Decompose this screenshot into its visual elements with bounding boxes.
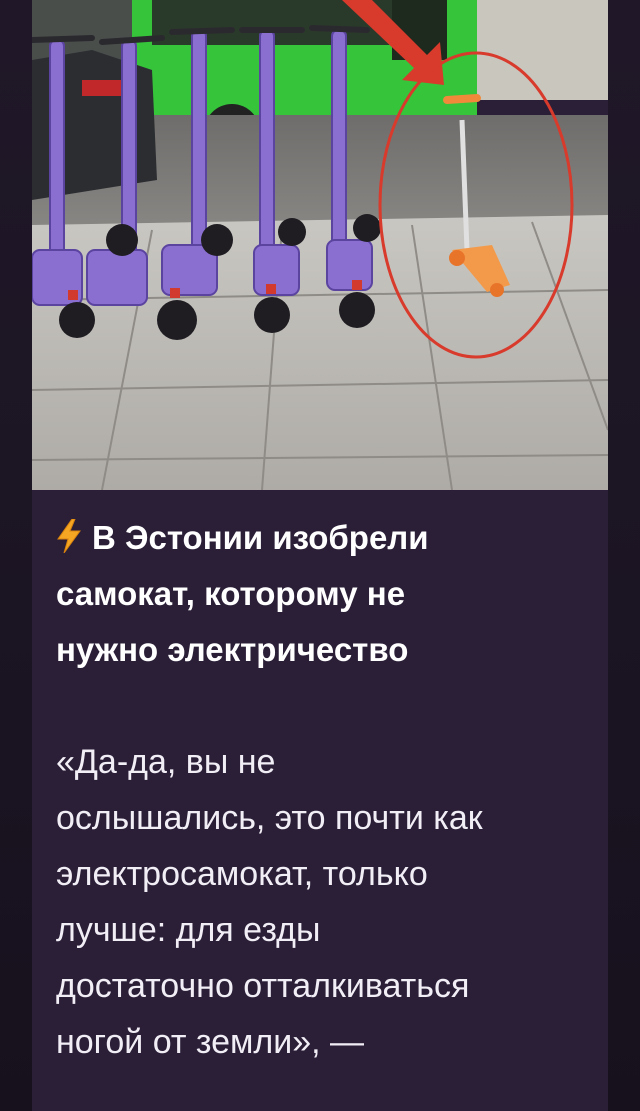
right-border [608,0,640,1111]
post-body: «Да-да, вы не ослышались, это почти как … [56,734,596,1070]
post-text: В Эстонии изобрели самокат, которому не … [56,510,596,1070]
body-line-1: «Да-да, вы не [56,743,276,781]
headline-line-3: нужно электричество [56,631,409,668]
post-photo[interactable] [32,0,608,490]
left-border [0,0,32,1111]
headline-line-2: самокат, которому не [56,575,406,612]
body-line-6: ногой от земли», — [56,1023,364,1061]
body-line-5: достаточно отталкиваться [56,967,470,1005]
body-line-2: ослышались, это почти как [56,799,483,837]
headline-line-1: В Эстонии изобрели [92,519,429,556]
post-card[interactable]: В Эстонии изобрели самокат, которому не … [32,0,608,1111]
post-headline: В Эстонии изобрели самокат, которому не … [56,510,596,678]
lightning-bolt-icon [57,519,81,553]
body-line-3: электросамокат, только [56,855,428,893]
body-line-4: лучше: для езды [56,911,321,949]
story-screen: В Эстонии изобрели самокат, которому не … [0,0,640,1111]
